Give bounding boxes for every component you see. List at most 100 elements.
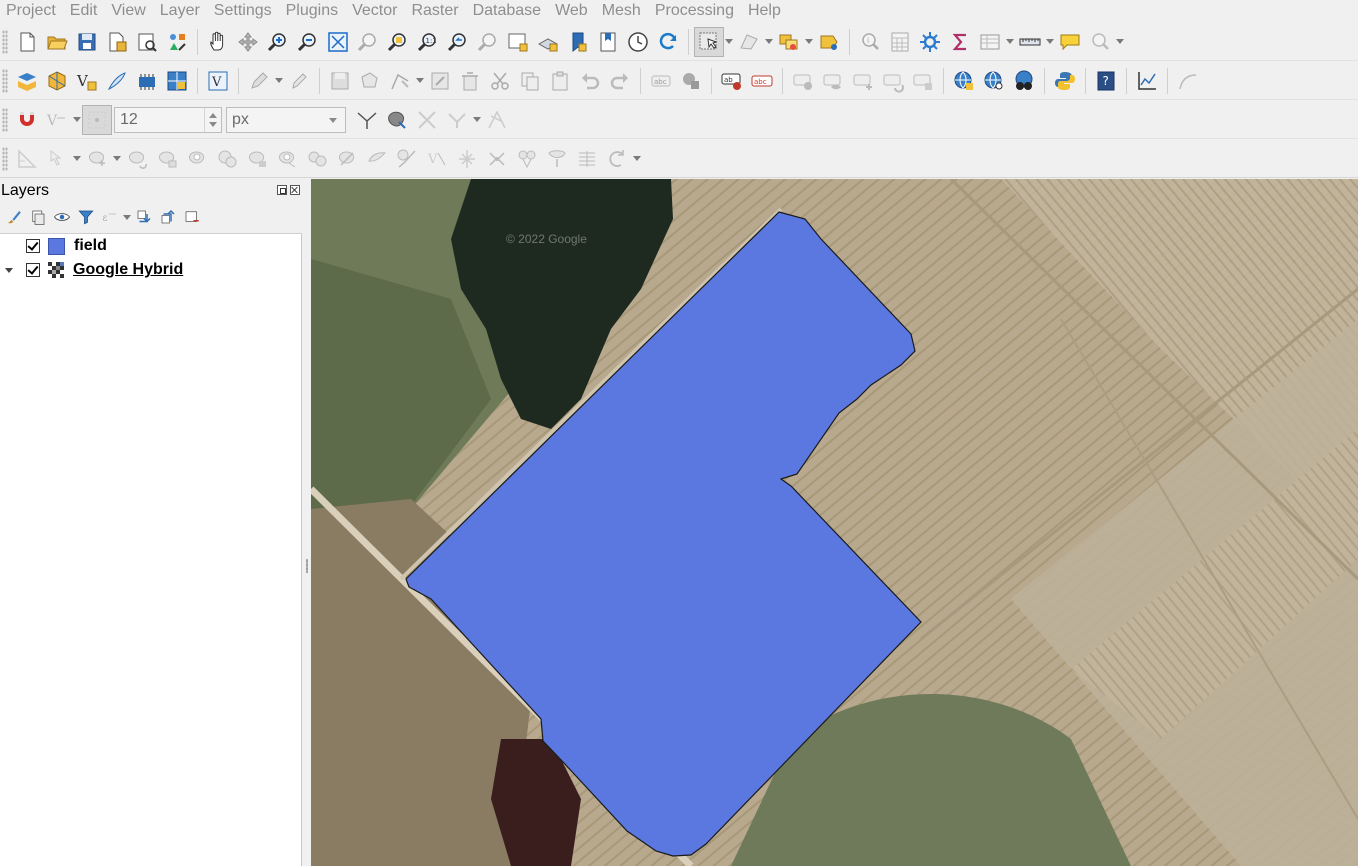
spin-arrows[interactable] — [204, 107, 221, 132]
select-by-expression-button[interactable] — [774, 27, 804, 57]
label-toolbar-button[interactable]: ab — [717, 66, 747, 96]
change-label-button[interactable] — [908, 66, 938, 96]
layer-item-field[interactable]: field — [0, 234, 107, 258]
spin-up-icon[interactable] — [209, 112, 217, 118]
snapping-layers-button[interactable]: V — [42, 105, 72, 135]
attribute-table-dropdown[interactable] — [1005, 27, 1015, 57]
toolbar-grip[interactable] — [2, 29, 8, 54]
layer-item-google-hybrid[interactable]: Google Hybrid — [0, 258, 183, 282]
new-map-view-button[interactable] — [503, 27, 533, 57]
new-shapefile-button[interactable]: V — [72, 66, 102, 96]
virtual-field-button[interactable]: V — [203, 66, 233, 96]
rotate-label-button[interactable] — [878, 66, 908, 96]
statistics-button[interactable] — [915, 27, 945, 57]
zoom-next-button[interactable] — [473, 27, 503, 57]
menu-view[interactable]: View — [104, 0, 152, 22]
menu-database[interactable]: Database — [466, 0, 549, 22]
remove-layer-button[interactable] — [180, 206, 204, 228]
reverse-line-button[interactable] — [572, 144, 602, 174]
menu-plugins[interactable]: Plugins — [279, 0, 345, 22]
profile-tool-button[interactable] — [1132, 66, 1162, 96]
menu-edit[interactable]: Edit — [63, 0, 105, 22]
add-group-button[interactable] — [26, 206, 50, 228]
layer-visibility-checkbox[interactable] — [26, 239, 40, 253]
panel-splitter[interactable] — [302, 179, 311, 866]
toolbar-grip[interactable] — [2, 107, 8, 132]
topological-editing-button[interactable] — [352, 105, 382, 135]
layer-labeling-options-button[interactable]: abc — [646, 66, 676, 96]
vertex-tool-button[interactable] — [385, 66, 415, 96]
manage-visibility-button[interactable] — [50, 206, 74, 228]
deselect-dropdown[interactable] — [764, 27, 774, 57]
new-geopackage-button[interactable] — [42, 66, 72, 96]
float-panel-icon[interactable] — [277, 185, 287, 195]
move-feature-dropdown[interactable] — [112, 144, 122, 174]
avoid-overlap-button[interactable] — [382, 105, 412, 135]
layout-manager-button[interactable] — [132, 27, 162, 57]
rotate-symbols-button[interactable] — [512, 144, 542, 174]
advanced-digitizing-button[interactable] — [12, 144, 42, 174]
copy-features-button[interactable] — [515, 66, 545, 96]
temporal-controller-button[interactable] — [623, 27, 653, 57]
pan-to-selection-button[interactable] — [233, 27, 263, 57]
show-hide-labels-button[interactable] — [818, 66, 848, 96]
paste-features-button[interactable] — [545, 66, 575, 96]
snapping-tolerance-spinbox[interactable]: 12 — [114, 106, 222, 133]
refresh-button[interactable] — [653, 27, 683, 57]
collapse-all-button[interactable] — [156, 206, 180, 228]
undo-button[interactable] — [575, 66, 605, 96]
python-console-button[interactable] — [1050, 66, 1080, 96]
zoom-to-selection-button[interactable] — [353, 27, 383, 57]
split-parts-button[interactable]: V — [422, 144, 452, 174]
select-expression-dropdown[interactable] — [804, 27, 814, 57]
snapping-layers-dropdown[interactable] — [72, 105, 82, 135]
statistical-summary-button[interactable] — [945, 27, 975, 57]
split-features-button[interactable] — [392, 144, 422, 174]
save-as-button[interactable] — [102, 27, 132, 57]
zoom-last-button[interactable] — [443, 27, 473, 57]
trim-extend-dropdown[interactable] — [632, 144, 642, 174]
layer-name[interactable]: Google Hybrid — [73, 261, 183, 279]
move-feature-button[interactable] — [82, 144, 112, 174]
add-wms-layer-button[interactable] — [949, 66, 979, 96]
pan-map-button[interactable] — [203, 27, 233, 57]
filter-dropdown[interactable] — [122, 206, 132, 228]
zoom-to-layer-button[interactable] — [383, 27, 413, 57]
filter-by-expression-button[interactable]: ε — [98, 206, 122, 228]
add-polygon-button[interactable] — [355, 66, 385, 96]
select-features-button[interactable] — [694, 26, 724, 57]
menu-raster[interactable]: Raster — [404, 0, 465, 22]
help-contents-button[interactable]: ? — [1091, 66, 1121, 96]
layer-name[interactable]: field — [74, 237, 107, 255]
identify-features-button[interactable]: i — [855, 27, 885, 57]
new-3d-view-button[interactable] — [533, 27, 563, 57]
open-project-button[interactable] — [42, 27, 72, 57]
delete-selected-button[interactable] — [455, 66, 485, 96]
show-unplaced-labels-button[interactable]: abc — [747, 66, 777, 96]
locator-dropdown[interactable] — [1115, 27, 1125, 57]
open-attribute-table-button[interactable] — [975, 27, 1005, 57]
spin-down-icon[interactable] — [209, 121, 217, 127]
new-virtual-layer-button[interactable] — [132, 66, 162, 96]
pin-labels-button[interactable] — [788, 66, 818, 96]
measure-dropdown[interactable] — [1045, 27, 1055, 57]
expand-arrow-icon[interactable] — [0, 258, 22, 282]
deselect-button[interactable] — [734, 27, 764, 57]
modify-attributes-button[interactable] — [425, 66, 455, 96]
menu-settings[interactable]: Settings — [207, 0, 279, 22]
save-project-button[interactable] — [72, 27, 102, 57]
new-spatialite-button[interactable] — [102, 66, 132, 96]
data-source-manager-button[interactable] — [12, 66, 42, 96]
show-bookmarks-button[interactable] — [593, 27, 623, 57]
zoom-out-button[interactable] — [293, 27, 323, 57]
metasearch-button[interactable] — [1009, 66, 1039, 96]
cut-features-button[interactable] — [485, 66, 515, 96]
tracing-button[interactable] — [442, 105, 472, 135]
save-edits-button[interactable] — [325, 66, 355, 96]
move-label-button[interactable] — [848, 66, 878, 96]
layer-tree[interactable]: field Google Hybrid — [0, 233, 302, 866]
new-project-button[interactable] — [12, 27, 42, 57]
menu-mesh[interactable]: Mesh — [595, 0, 648, 22]
menu-layer[interactable]: Layer — [153, 0, 207, 22]
rotate-feature-button[interactable] — [122, 144, 152, 174]
